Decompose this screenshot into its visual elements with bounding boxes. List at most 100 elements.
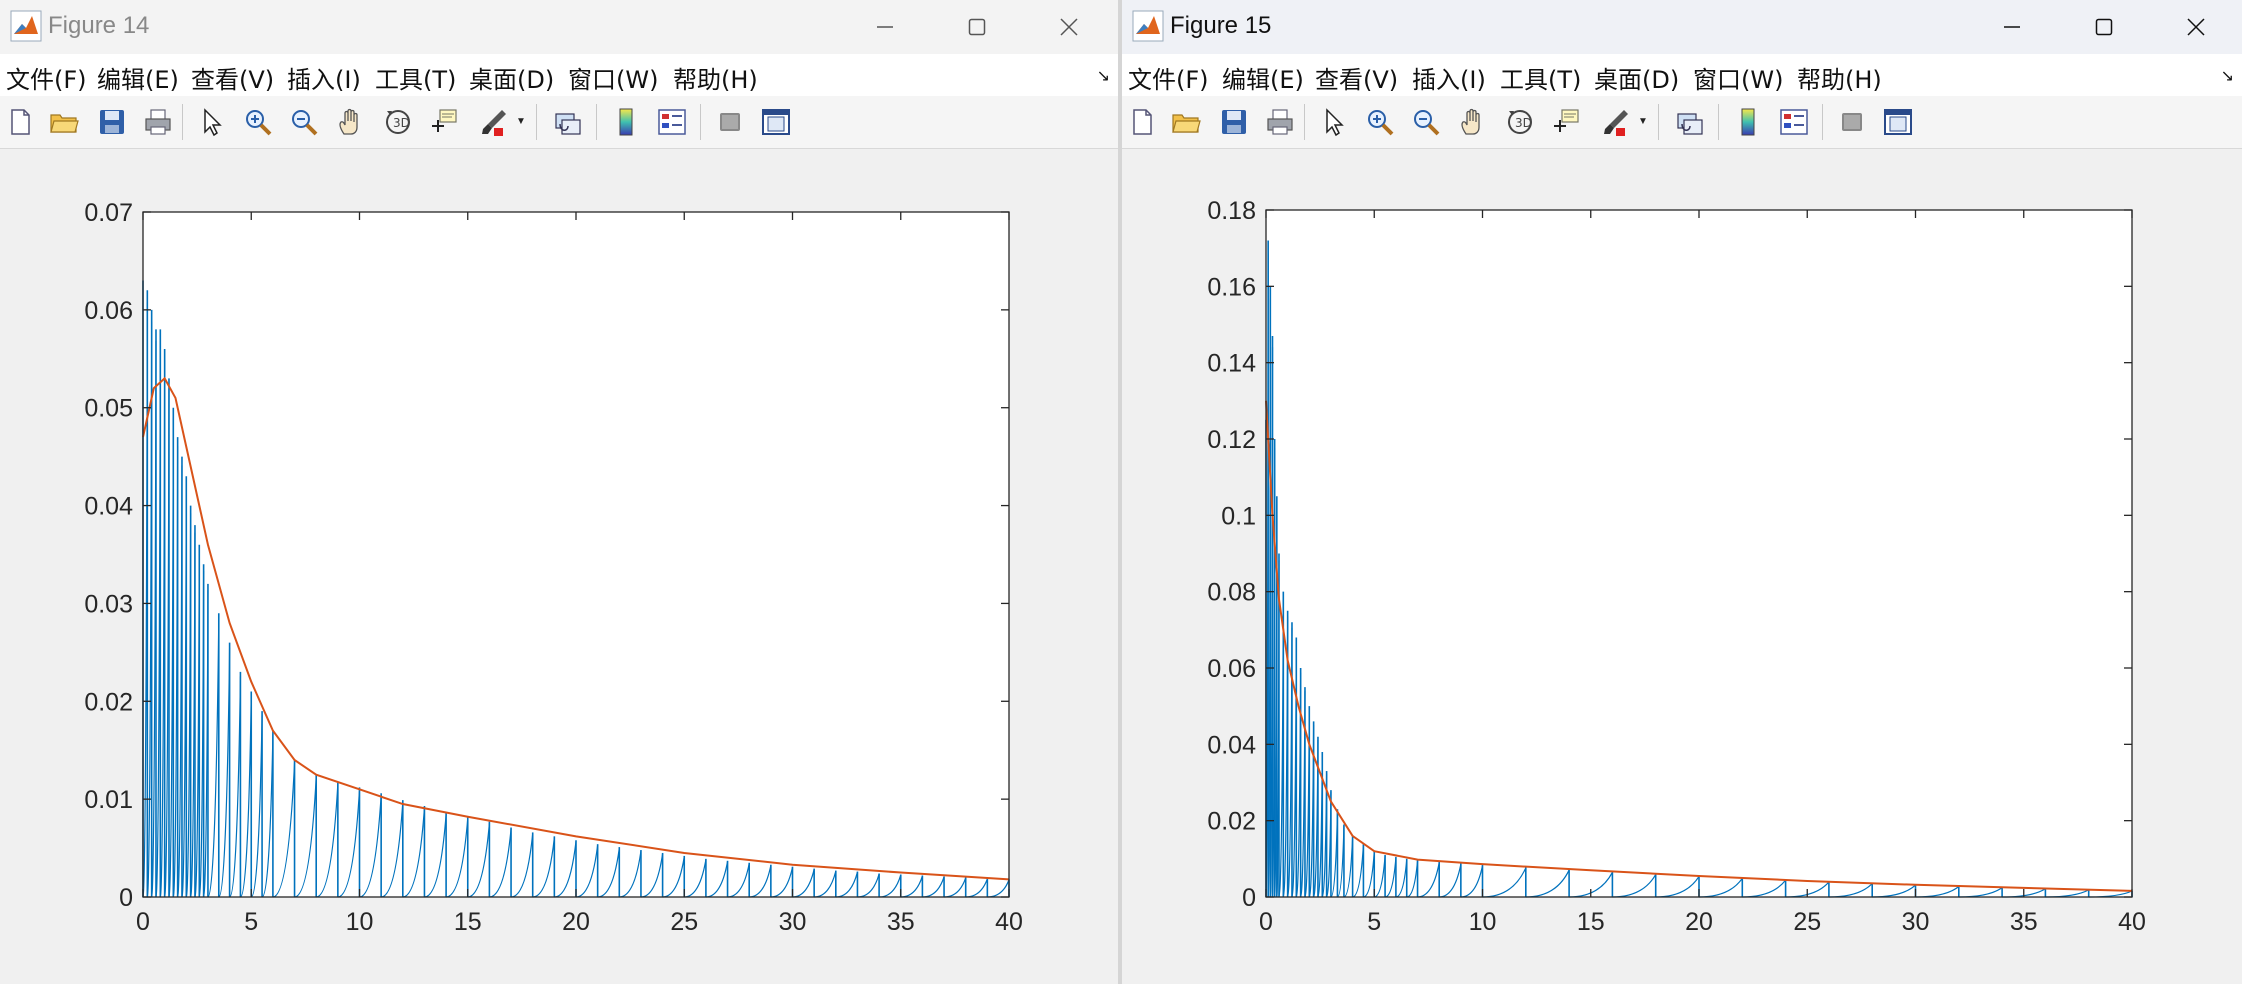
- show-plot-tools-button[interactable]: [758, 104, 794, 140]
- menu-insert[interactable]: 插入(I): [1412, 60, 1486, 95]
- x-tick-label: 30: [779, 908, 807, 936]
- menu-desktop[interactable]: 桌面(D): [469, 60, 554, 95]
- dock-arrow-icon[interactable]: ↘: [2221, 66, 2234, 86]
- close-icon: [2187, 18, 2205, 36]
- zoom-in-button[interactable]: [240, 104, 276, 140]
- toolbar-separator: [1718, 104, 1719, 140]
- y-tick-label: 0.03: [84, 590, 133, 618]
- colorbar-button[interactable]: [608, 104, 644, 140]
- y-tick-label: 0.04: [1207, 731, 1256, 759]
- pan-hand-button[interactable]: [332, 104, 368, 140]
- y-tick-label: 0.06: [1207, 655, 1256, 683]
- pan-hand-icon: [1461, 108, 1480, 135]
- menu-help[interactable]: 帮助(H): [1797, 60, 1882, 95]
- print-button[interactable]: [1262, 104, 1298, 140]
- data-cursor-button[interactable]: [426, 104, 462, 140]
- data-cursor-icon: [432, 109, 457, 132]
- legend-button[interactable]: [654, 104, 690, 140]
- rotate-3d-button[interactable]: 3D: [380, 104, 416, 140]
- pan-hand-button[interactable]: [1454, 104, 1490, 140]
- pointer-button[interactable]: [193, 104, 229, 140]
- menu-view[interactable]: 查看(V): [191, 60, 274, 95]
- legend-icon: [1780, 109, 1808, 135]
- new-figure-button[interactable]: [1124, 104, 1160, 140]
- menu-file[interactable]: 文件(F): [6, 60, 87, 95]
- pointer-icon: [204, 108, 222, 137]
- zoom-in-icon: [246, 110, 272, 136]
- show-plot-tools-icon: [762, 109, 790, 135]
- figure-window-15: Figure 15 文件(F) 编辑(E) 查看(V) 插入(I) 工具(T) …: [1122, 0, 2242, 984]
- window-title: Figure 14: [48, 12, 150, 39]
- matlab-logo-icon: [1132, 10, 1164, 42]
- new-figure-button[interactable]: [2, 104, 38, 140]
- open-file-button[interactable]: [46, 104, 82, 140]
- brush-dropdown-icon[interactable]: ▼: [1638, 116, 1648, 127]
- y-tick-label: 0.02: [1207, 808, 1256, 836]
- menu-tools[interactable]: 工具(T): [1500, 60, 1581, 95]
- y-tick-label: 0: [1242, 884, 1256, 912]
- menu-tools[interactable]: 工具(T): [375, 60, 456, 95]
- hide-plot-tools-button[interactable]: [1834, 104, 1870, 140]
- x-tick-label: 15: [1577, 908, 1605, 936]
- zoom-out-icon: [1414, 110, 1440, 136]
- menu-insert[interactable]: 插入(I): [287, 60, 361, 95]
- save-icon: [100, 110, 124, 134]
- menu-help[interactable]: 帮助(H): [673, 60, 758, 95]
- save-button[interactable]: [94, 104, 130, 140]
- print-button[interactable]: [140, 104, 176, 140]
- minimize-button[interactable]: [839, 0, 931, 54]
- open-file-icon: [1172, 114, 1201, 133]
- link-plot-button[interactable]: [550, 104, 586, 140]
- x-tick-label: 35: [887, 908, 915, 936]
- maximize-button[interactable]: [931, 0, 1023, 54]
- x-tick-label: 35: [2010, 908, 2038, 936]
- brush-dropdown-icon[interactable]: ▼: [516, 116, 526, 127]
- minimize-button[interactable]: [1966, 0, 2058, 54]
- dock-arrow-icon[interactable]: ↘: [1097, 66, 1110, 86]
- chart-figure-15[interactable]: 0 5 10 15 20 25 30 35 40 0 0.02 0.04 0.06 0.08 0.1 0.12…: [1122, 149, 2242, 984]
- menu-window[interactable]: 窗口(W): [1693, 60, 1783, 95]
- show-plot-tools-button[interactable]: [1880, 104, 1916, 140]
- colorbar-button[interactable]: [1730, 104, 1766, 140]
- y-tick-label: 0.07: [84, 199, 133, 227]
- zoom-out-icon: [292, 110, 318, 136]
- y-tick-label: 0.02: [84, 688, 133, 716]
- menu-edit[interactable]: 编辑(E): [97, 60, 179, 95]
- pointer-button[interactable]: [1315, 104, 1351, 140]
- print-icon: [1267, 109, 1293, 135]
- brush-button[interactable]: [1598, 104, 1634, 140]
- figure-toolbar: 3D ▼: [1122, 96, 2242, 149]
- menu-window[interactable]: 窗口(W): [568, 60, 658, 95]
- rotate-3d-button[interactable]: 3D: [1502, 104, 1538, 140]
- maximize-button[interactable]: [2058, 0, 2150, 54]
- legend-button[interactable]: [1776, 104, 1812, 140]
- toolbar-separator: [700, 104, 701, 140]
- menu-edit[interactable]: 编辑(E): [1222, 60, 1304, 95]
- open-file-button[interactable]: [1168, 104, 1204, 140]
- menu-desktop[interactable]: 桌面(D): [1594, 60, 1679, 95]
- menu-file[interactable]: 文件(F): [1128, 60, 1209, 95]
- title-bar[interactable]: Figure 14: [0, 0, 1118, 54]
- zoom-out-button[interactable]: [1408, 104, 1444, 140]
- brush-icon: [482, 110, 506, 136]
- new-figure-icon: [11, 109, 30, 135]
- brush-button[interactable]: [476, 104, 512, 140]
- y-tick-label: 0: [119, 884, 133, 912]
- close-button[interactable]: [2150, 0, 2242, 54]
- colorbar-icon: [619, 108, 633, 136]
- close-button[interactable]: [1023, 0, 1115, 54]
- save-button[interactable]: [1216, 104, 1252, 140]
- menu-view[interactable]: 查看(V): [1315, 60, 1398, 95]
- zoom-out-button[interactable]: [286, 104, 322, 140]
- zoom-in-button[interactable]: [1362, 104, 1398, 140]
- y-tick-label: 0.05: [84, 395, 133, 423]
- link-plot-button[interactable]: [1672, 104, 1708, 140]
- data-cursor-button[interactable]: [1548, 104, 1584, 140]
- title-bar[interactable]: Figure 15: [1122, 0, 2242, 54]
- hide-plot-tools-button[interactable]: [712, 104, 748, 140]
- chart-figure-14[interactable]: 0 5 10 15 20 25 30 35 40 0 0.01 0.02 0.03 0.04 0.05 0.0…: [0, 149, 1118, 984]
- toolbar-separator: [1658, 104, 1659, 140]
- y-tick-label: 0.14: [1207, 350, 1256, 378]
- maximize-icon: [2095, 18, 2113, 36]
- x-tick-label: 20: [562, 908, 590, 936]
